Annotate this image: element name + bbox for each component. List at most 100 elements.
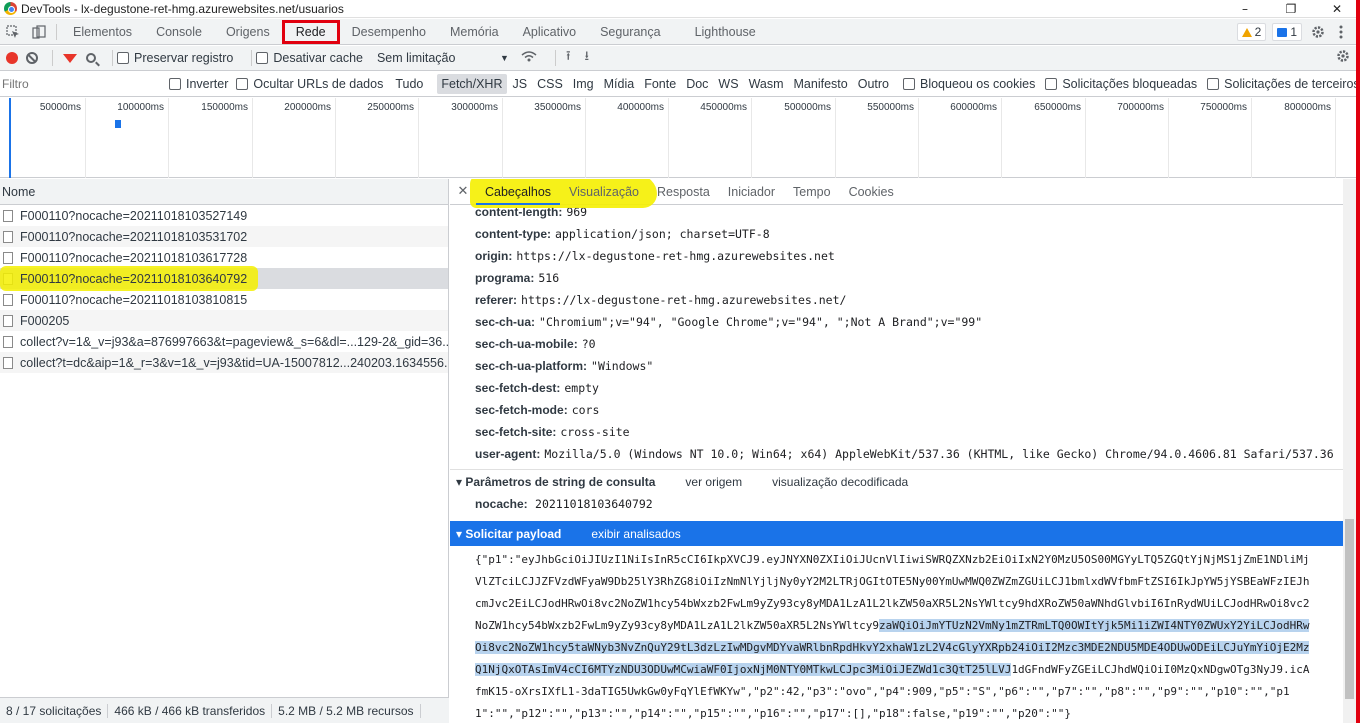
request-name: F000110?nocache=20211018103531702 [20,229,248,244]
filter-input[interactable] [0,74,157,94]
request-payload-text[interactable]: {"p1":"eyJhbGciOiJIUzI1NiIsInR5cCI6IkpXV… [450,546,1320,723]
checkbox[interactable] [236,78,249,90]
network-settings-gear-icon[interactable] [1336,49,1350,67]
tab-origens[interactable]: Origens [214,19,282,45]
blocked-cookies-checkbox[interactable]: Bloqueou os cookies [902,77,1035,91]
type-filter-wasm[interactable]: Wasm [745,74,788,94]
overview-tick-line [418,98,419,178]
column-header-name[interactable]: Nome [0,179,448,205]
tab-cabecalhos[interactable]: Cabeçalhos [476,179,561,205]
third-party-checkbox[interactable]: Solicitações de terceiros [1207,77,1360,91]
request-name: F000110?nocache=20211018103640792 [20,271,248,286]
record-button[interactable] [6,52,18,64]
messages-badge[interactable]: 1 [1272,23,1302,41]
header-key: sec-ch-ua-platform: [475,359,588,373]
type-filter-all[interactable]: Tudo [391,74,427,94]
close-window-button[interactable]: ✕ [1314,0,1360,18]
overview-tick-line [502,98,503,178]
view-parsed-link[interactable]: exibir analisados [591,522,680,546]
invert-checkbox[interactable]: Inverter [169,77,228,91]
checkbox[interactable] [117,52,129,64]
tab-memoria[interactable]: Memória [438,19,511,45]
inspect-element-icon[interactable] [0,19,26,45]
tab-elementos[interactable]: Elementos [61,19,144,45]
request-name: F000205 [20,313,70,328]
checkbox[interactable] [1045,78,1058,90]
window-controls: – ❐ ✕ [1222,0,1360,18]
more-options-icon[interactable] [1334,19,1348,45]
overview-tick-label: 450000ms [700,102,747,113]
type-filter-other[interactable]: Outro [854,74,893,94]
request-row[interactable]: collect?v=1&_v=j93&a=876997663&t=pagevie… [0,331,448,352]
type-filter-font[interactable]: Fonte [640,74,680,94]
network-overview-timeline[interactable]: 50000ms 100000ms 150000ms 200000ms 250000ms 3… [0,98,1356,178]
tab-resposta[interactable]: Resposta [648,179,719,205]
request-row[interactable]: F000205 [0,310,448,331]
query-param-key: nocache: [475,497,528,511]
type-filter-css[interactable]: CSS [533,74,567,94]
scrollbar-thumb[interactable] [1345,519,1354,699]
network-conditions-icon[interactable] [521,50,537,66]
maximize-button[interactable]: ❐ [1268,0,1314,18]
tab-tempo[interactable]: Tempo [784,179,840,205]
detail-scrollbar[interactable] [1343,179,1356,723]
filter-funnel-icon[interactable] [63,53,77,63]
overview-tick-line [1251,98,1252,178]
request-row[interactable]: F000110?nocache=20211018103531702 [0,226,448,247]
minimize-button[interactable]: – [1222,0,1268,18]
tab-aplicativo[interactable]: Aplicativo [511,19,589,45]
export-har-icon[interactable]: ⭳ [585,47,590,69]
clear-icon[interactable] [26,52,38,64]
view-decoded-link[interactable]: visualização decodificada [772,470,908,494]
header-value: Mozilla/5.0 (Windows NT 10.0; Win64; x64… [544,447,1334,461]
blocked-requests-checkbox[interactable]: Solicitações bloqueadas [1045,77,1197,91]
query-params-section-header[interactable]: ▾ Parâmetros de string de consulta ver o… [450,469,1343,493]
header-key: user-agent: [475,447,541,461]
overview-tick-label: 200000ms [284,102,331,113]
tab-desempenho[interactable]: Desempenho [340,19,438,45]
tab-seguranca[interactable]: Segurança [588,19,672,45]
overview-tick-line [1085,98,1086,178]
type-filter-media[interactable]: Mídia [600,74,639,94]
tab-console[interactable]: Console [144,19,214,45]
checkbox[interactable] [1207,78,1220,90]
overview-tick-line [1335,98,1336,178]
settings-gear-icon[interactable] [1308,19,1328,45]
message-icon [1277,27,1288,37]
type-filter-manifest[interactable]: Manifesto [790,74,852,94]
request-row[interactable]: F000110?nocache=20211018103527149 [0,205,448,226]
tab-rede[interactable]: Rede [281,19,340,44]
request-row[interactable]: F000110?nocache=20211018103617728 [0,247,448,268]
type-filter-img[interactable]: Img [569,74,598,94]
request-row[interactable]: F000110?nocache=20211018103810815 [0,289,448,310]
header-key: origin: [475,249,513,263]
third-party-label: Solicitações de terceiros [1224,77,1360,91]
type-filter-js[interactable]: JS [509,74,532,94]
tab-iniciador[interactable]: Iniciador [719,179,784,205]
disable-cache-checkbox[interactable]: Desativar cache [256,51,363,65]
import-har-icon[interactable]: ⭱ [566,47,571,69]
overview-tick-label: 500000ms [784,102,831,113]
warning-icon [1241,27,1252,37]
overview-tick-label: 650000ms [1034,102,1081,113]
hide-data-urls-checkbox[interactable]: Ocultar URLs de dados [236,77,383,91]
throttling-select[interactable]: Sem limitação ▼ [377,51,509,65]
devtools-panel-tabbar: Elementos Console Origens Rede Desempenh… [0,19,1356,45]
checkbox[interactable] [256,52,269,64]
tab-visualizacao[interactable]: Visualização [560,179,648,205]
warnings-badge[interactable]: 2 [1236,23,1267,41]
preserve-log-checkbox[interactable]: Preservar registro [117,51,233,65]
type-filter-fetch-xhr[interactable]: Fetch/XHR [437,74,507,94]
checkbox[interactable] [169,78,181,90]
checkbox[interactable] [902,78,915,90]
tab-cookies[interactable]: Cookies [840,179,903,205]
payload-section-header[interactable]: ▾ Solicitar payload exibir analisados [450,521,1343,546]
device-toolbar-icon[interactable] [26,19,52,45]
tab-lighthouse[interactable]: Lighthouse [673,19,768,45]
request-row[interactable]: collect?t=dc&aip=1&_r=3&v=1&_v=j93&tid=U… [0,352,448,373]
view-source-link[interactable]: ver origem [685,470,742,494]
search-icon[interactable] [86,53,96,63]
type-filter-ws[interactable]: WS [714,74,742,94]
type-filter-doc[interactable]: Doc [682,74,712,94]
chevron-down-icon: ▼ [500,53,509,63]
